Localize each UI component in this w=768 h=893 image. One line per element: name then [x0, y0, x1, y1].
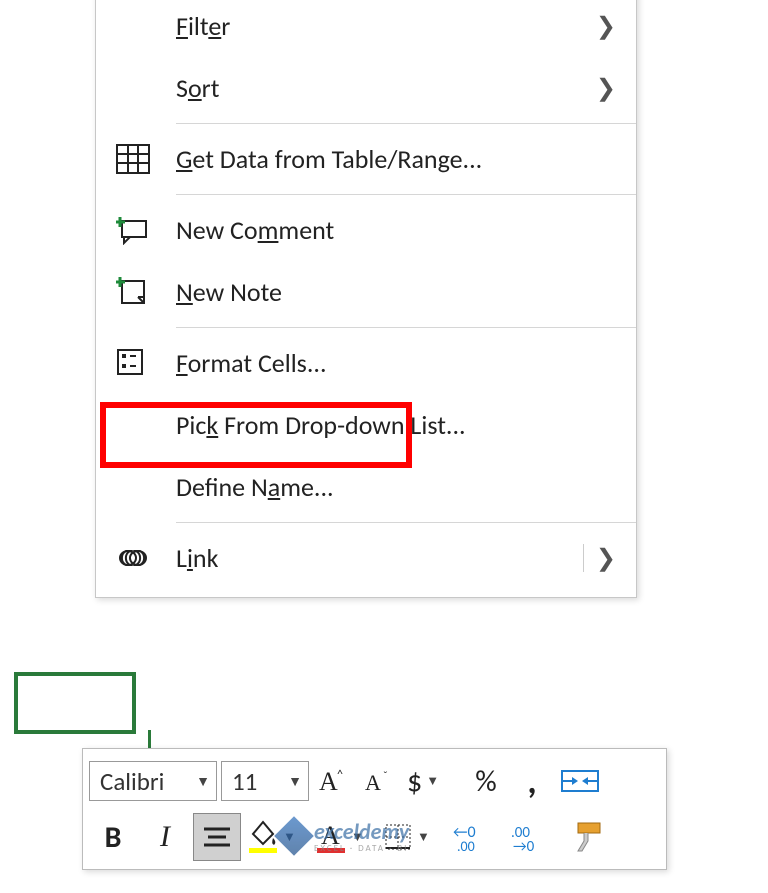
menu-pick-list[interactable]: Pick From Drop-down List... Pick From Dr…: [96, 394, 636, 456]
comment-icon: [116, 215, 176, 245]
separator: [176, 327, 636, 328]
format-cells-icon: [116, 348, 176, 378]
accounting-format-button[interactable]: $ ▼: [405, 757, 461, 805]
chevron-right-icon: ❯: [596, 12, 616, 41]
svg-text:→0: →0: [513, 838, 535, 853]
menu-pick-list-label: Pick From Drop-down List...: [176, 409, 616, 441]
menu-link-label: Link: [176, 542, 583, 574]
menu-new-note[interactable]: New Note New Note: [96, 261, 636, 323]
menu-format-cells[interactable]: Format Cells... Format Cells...: [96, 332, 636, 394]
menu-format-cells-label: Format Cells...: [176, 347, 616, 379]
italic-button[interactable]: I: [141, 813, 189, 861]
chevron-down-icon: ▼: [351, 829, 364, 845]
svg-text:A: A: [365, 770, 381, 795]
menu-new-comment[interactable]: New Comment New Comment: [96, 199, 636, 261]
menu-link[interactable]: Link Link ❯: [96, 527, 636, 589]
menu-sort-label: Sort: [176, 72, 596, 104]
separator: [176, 123, 636, 124]
toolbar-row-1: Calibri ▼ 11 ▼ A^ Aˇ $ ▼ % ,: [89, 753, 660, 809]
borders-button[interactable]: ▼: [381, 813, 445, 861]
fill-color-button[interactable]: ▼: [245, 813, 309, 861]
chevron-down-icon: ▼: [426, 773, 439, 789]
format-painter-button[interactable]: [565, 813, 613, 861]
svg-text:.00: .00: [457, 838, 475, 853]
separator: [176, 194, 636, 195]
note-icon: [116, 277, 176, 307]
divider: [583, 544, 584, 572]
menu-new-comment-label: New Comment: [176, 214, 616, 246]
svg-text:^: ^: [337, 768, 343, 782]
chevron-down-icon: ▼: [196, 773, 210, 790]
svg-text:A: A: [321, 821, 340, 850]
cell-selection: [14, 672, 136, 734]
comma-format-button[interactable]: ,: [511, 757, 553, 805]
chevron-down-icon: ▼: [417, 829, 430, 845]
table-icon: [116, 144, 176, 174]
increase-decimal-button[interactable]: ←0.00: [449, 813, 503, 861]
chevron-right-icon: ❯: [596, 544, 616, 573]
chevron-down-icon: ▼: [288, 773, 302, 790]
menu-filter[interactable]: Filter Filter ❯: [96, 0, 636, 57]
menu-get-data-label: Get Data from Table/Range...: [176, 143, 616, 175]
merge-center-button[interactable]: [557, 757, 603, 805]
context-menu: Filter Filter ❯ Sort Sort ❯ Get Data fro…: [95, 0, 637, 598]
chevron-right-icon: ❯: [596, 74, 616, 103]
font-name-combo[interactable]: Calibri ▼: [89, 761, 217, 801]
link-icon: [116, 547, 176, 569]
font-size-combo[interactable]: 11 ▼: [221, 761, 309, 801]
align-center-button[interactable]: [193, 813, 241, 861]
font-color-button[interactable]: A ▼: [313, 813, 377, 861]
svg-text:A: A: [319, 767, 338, 796]
separator: [176, 522, 636, 523]
menu-define-name-label: Define Name...: [176, 471, 616, 503]
menu-get-data[interactable]: Get Data from Table/Range... Get Data fr…: [96, 128, 636, 190]
toolbar-row-2: B I ▼ A ▼ ▼ ←0.00 .00→0: [89, 809, 660, 865]
font-name-value: Calibri: [100, 766, 164, 797]
svg-text:ˇ: ˇ: [383, 770, 388, 784]
chevron-down-icon: ▼: [283, 829, 296, 845]
percent-format-button[interactable]: %: [465, 757, 507, 805]
decrease-font-button[interactable]: Aˇ: [359, 757, 401, 805]
font-size-value: 11: [232, 766, 257, 797]
decrease-decimal-button[interactable]: .00→0: [507, 813, 561, 861]
increase-font-button[interactable]: A^: [313, 757, 355, 805]
mini-toolbar: Calibri ▼ 11 ▼ A^ Aˇ $ ▼ % , B: [82, 748, 667, 870]
menu-new-note-label: New Note: [176, 276, 616, 308]
menu-define-name[interactable]: Define Name... Define Name...: [96, 456, 636, 518]
menu-sort[interactable]: Sort Sort ❯: [96, 57, 636, 119]
menu-filter-label: Filter: [176, 10, 596, 42]
bold-button[interactable]: B: [89, 813, 137, 861]
